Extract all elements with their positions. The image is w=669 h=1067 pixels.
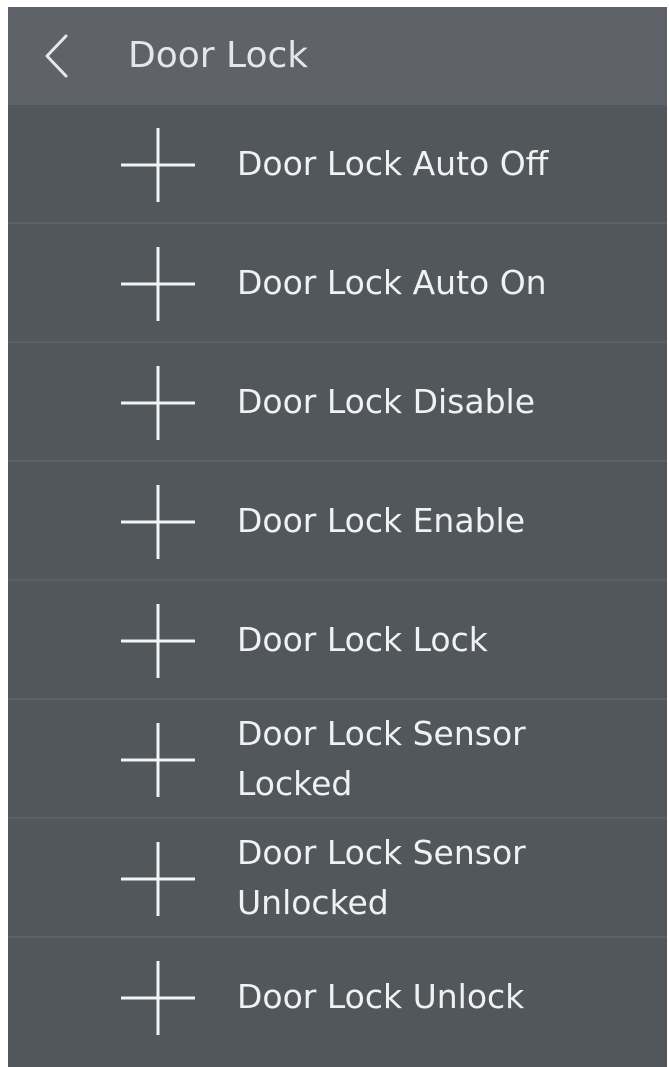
list-item-label: Door Lock Unlock — [237, 976, 525, 1016]
list-item-label: Door Lock Auto Off — [237, 143, 549, 183]
action-list: Door Lock Auto Off Door Lock Auto On Doo… — [8, 105, 667, 1057]
list-item-label: Door Lock Auto On — [237, 262, 547, 302]
plus-icon — [121, 842, 195, 916]
page-title: Door Lock — [128, 35, 309, 76]
plus-icon — [121, 128, 195, 202]
plus-icon — [121, 604, 195, 678]
plus-icon — [121, 485, 195, 559]
back-button[interactable] — [30, 29, 84, 83]
list-item[interactable]: Door Lock Disable — [8, 343, 667, 462]
chevron-left-icon — [30, 29, 84, 83]
header-bar: Door Lock — [8, 7, 667, 105]
list-item-label: Door Lock Lock — [237, 619, 488, 659]
list-item[interactable]: Door Lock Auto On — [8, 224, 667, 343]
plus-icon — [121, 366, 195, 440]
list-item[interactable]: Door Lock Unlock — [8, 938, 667, 1057]
list-item-label: Door Lock Enable — [237, 500, 525, 540]
list-item-label: Door Lock Sensor Locked — [237, 713, 526, 803]
list-item[interactable]: Door Lock Enable — [8, 462, 667, 581]
list-item-label: Door Lock Disable — [237, 381, 535, 421]
plus-icon — [121, 723, 195, 797]
list-item[interactable]: Door Lock Lock — [8, 581, 667, 700]
plus-icon — [121, 247, 195, 321]
list-item[interactable]: Door Lock Sensor Locked — [8, 700, 667, 819]
list-item[interactable]: Door Lock Sensor Unlocked — [8, 819, 667, 938]
list-item[interactable]: Door Lock Auto Off — [8, 105, 667, 224]
list-item-label: Door Lock Sensor Unlocked — [237, 832, 526, 922]
door-lock-screen: Door Lock Door Lock Auto Off Door Lock A… — [8, 7, 667, 1067]
plus-icon — [121, 961, 195, 1035]
